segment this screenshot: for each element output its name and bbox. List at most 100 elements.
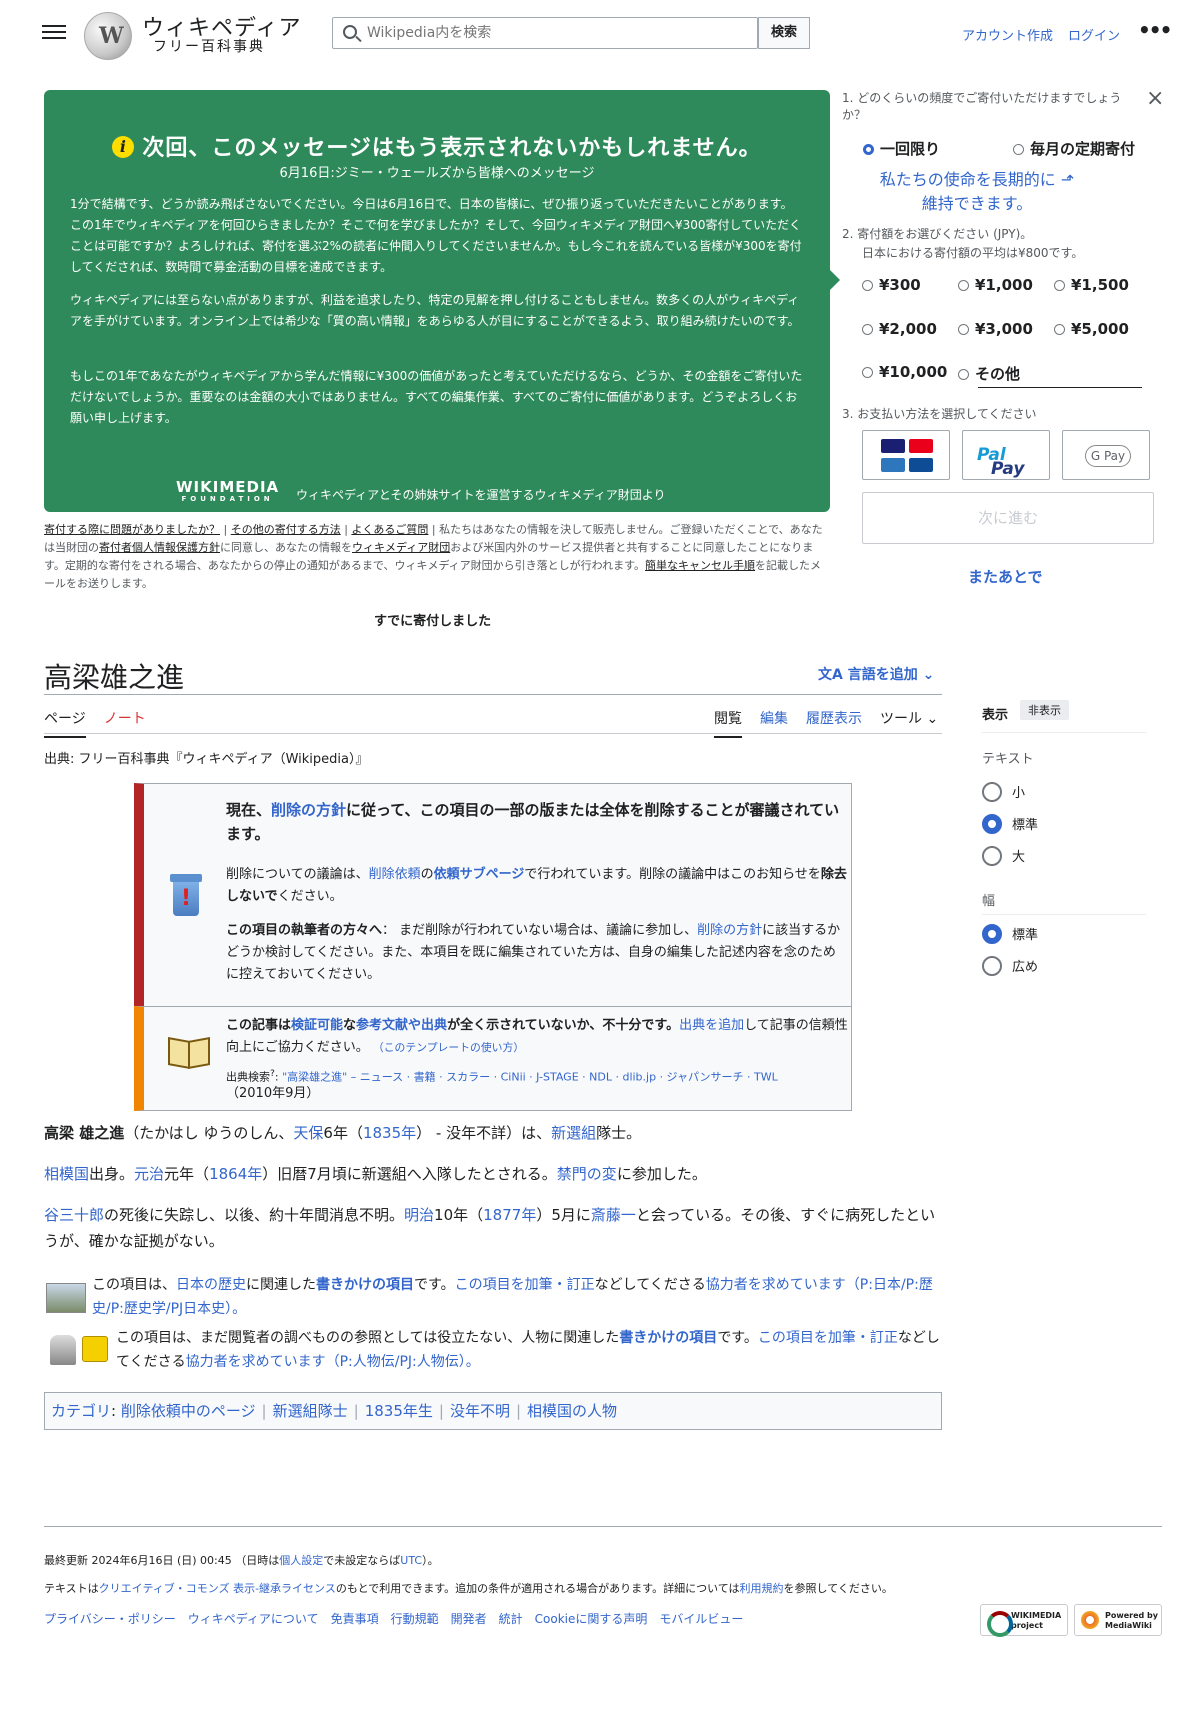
more-options-icon[interactable]: ••• <box>1138 18 1172 42</box>
radio-icon[interactable] <box>982 782 1002 802</box>
category-link[interactable]: 没年不明 <box>450 1402 510 1420</box>
add-language-button[interactable]: 文A 言語を追加 ⌄ <box>818 664 934 684</box>
other-amount-input[interactable] <box>978 387 1142 388</box>
add-sources-link[interactable]: 出典を追加 <box>679 1018 744 1033</box>
maybe-later-button[interactable]: またあとで <box>968 566 1043 587</box>
preferences-link[interactable]: 個人設定 <box>279 1554 323 1567</box>
tab-history[interactable]: 履歴表示 <box>806 708 862 736</box>
login-link[interactable]: ログイン <box>1068 25 1120 44</box>
cookie-statement-link[interactable]: Cookieに関する声明 <box>535 1612 648 1626</box>
amount-option-5000[interactable]: ¥5,000 <box>1054 320 1129 338</box>
statistics-link[interactable]: 統計 <box>499 1612 523 1626</box>
gpay-button[interactable]: G Pay <box>1062 430 1150 480</box>
foundation-link[interactable]: ウィキメディア財団 <box>352 541 450 554</box>
mediawiki-badge[interactable]: Powered by MediaWiki <box>1074 1604 1162 1636</box>
radio-icon[interactable] <box>982 956 1002 976</box>
amount-option-300[interactable]: ¥300 <box>862 276 921 294</box>
utc-link[interactable]: UTC <box>400 1554 422 1567</box>
deletion-policy-link[interactable]: 削除の方針 <box>271 801 346 819</box>
mobile-view-link[interactable]: モバイルビュー <box>659 1612 743 1626</box>
problem-link[interactable]: 寄付する際に問題がありましたか？ <box>44 523 220 536</box>
edit-article-link[interactable]: この項目を加筆・訂正 <box>455 1277 595 1293</box>
tenpo-link[interactable]: 天保 <box>293 1124 323 1142</box>
tab-tools[interactable]: ツール ⌄ <box>880 708 938 736</box>
card-payment-button[interactable] <box>862 430 950 480</box>
year-1835-link[interactable]: 1835年 <box>363 1124 416 1142</box>
frequency-once-option[interactable]: 一回限り <box>863 138 940 159</box>
radio-icon[interactable] <box>1013 144 1024 155</box>
year-1877-link[interactable]: 1877年 <box>483 1206 536 1224</box>
developers-link[interactable]: 開発者 <box>451 1612 487 1626</box>
wikimedia-project-badge[interactable]: WIKIMEDIA project <box>980 1604 1068 1637</box>
hide-appearance-button[interactable]: 非表示 <box>1020 700 1069 720</box>
stub-link[interactable]: 書きかけの項目 <box>619 1330 717 1346</box>
radio-selected-icon[interactable] <box>982 924 1002 944</box>
amount-option-2000[interactable]: ¥2,000 <box>862 320 937 338</box>
about-link[interactable]: ウィキペディアについて <box>188 1612 319 1626</box>
cc-license-link[interactable]: クリエイティブ・コモンズ 表示-継承ライセンス <box>99 1582 336 1595</box>
radio-icon[interactable] <box>1054 324 1065 335</box>
radio-icon[interactable] <box>958 280 969 291</box>
width-wide-option[interactable]: 広め <box>982 956 1038 976</box>
kinmon-incident-link[interactable]: 禁門の変 <box>557 1165 617 1183</box>
frequency-monthly-option[interactable]: 毎月の定期寄付 <box>1013 138 1135 159</box>
categories-label-link[interactable]: カテゴリ <box>51 1402 111 1420</box>
terms-link[interactable]: 利用規約 <box>740 1582 784 1595</box>
radio-icon[interactable] <box>862 280 873 291</box>
text-size-large-option[interactable]: 大 <box>982 846 1025 866</box>
amount-option-other[interactable]: その他 <box>958 363 1020 384</box>
meiji-link[interactable]: 明治 <box>404 1206 434 1224</box>
code-of-conduct-link[interactable]: 行動規範 <box>391 1612 439 1626</box>
year-1864-link[interactable]: 1864年 <box>209 1165 262 1183</box>
main-menu-button[interactable] <box>42 22 66 42</box>
japanese-history-link[interactable]: 日本の歴史 <box>176 1277 246 1293</box>
search-input[interactable] <box>367 22 747 44</box>
radio-icon[interactable] <box>862 367 873 378</box>
privacy-policy-link[interactable]: プライバシー・ポリシー <box>44 1612 176 1626</box>
radio-icon[interactable] <box>1054 280 1065 291</box>
stub-link[interactable]: 書きかけの項目 <box>316 1277 414 1293</box>
radio-icon[interactable] <box>958 324 969 335</box>
donor-privacy-link[interactable]: 寄付者個人情報保護方針 <box>99 541 220 554</box>
shinsengumi-link[interactable]: 新選組 <box>551 1124 596 1142</box>
cancel-link[interactable]: 簡単なキャンセル手順 <box>645 559 755 572</box>
source-search-links[interactable]: "高梁雄之進" – ニュース · 書籍 · スカラー · CiNii · J-S… <box>282 1071 778 1084</box>
amount-option-1000[interactable]: ¥1,000 <box>958 276 1033 294</box>
amount-option-1500[interactable]: ¥1,500 <box>1054 276 1129 294</box>
disclaimer-link[interactable]: 免責事項 <box>331 1612 379 1626</box>
references-link[interactable]: 参考文献や出典 <box>356 1018 447 1033</box>
other-ways-link[interactable]: その他の寄付する方法 <box>231 523 341 536</box>
edit-article-link[interactable]: この項目を加筆・訂正 <box>758 1330 898 1346</box>
close-icon[interactable]: × <box>1146 86 1164 111</box>
radio-icon[interactable] <box>862 324 873 335</box>
deletion-policy-link-2[interactable]: 削除の方針 <box>697 923 762 938</box>
tani-sanjuro-link[interactable]: 谷三十郎 <box>44 1206 104 1224</box>
sagami-link[interactable]: 相模国 <box>44 1165 89 1183</box>
radio-selected-icon[interactable] <box>982 814 1002 834</box>
width-standard-option[interactable]: 標準 <box>982 924 1038 944</box>
next-button[interactable]: 次に進む <box>862 492 1154 544</box>
paypal-button[interactable]: Pay Pal <box>962 430 1050 480</box>
radio-icon[interactable] <box>982 846 1002 866</box>
genji-link[interactable]: 元治 <box>134 1165 164 1183</box>
contributors-link[interactable]: 協力者を求めています <box>706 1277 846 1293</box>
verifiable-link[interactable]: 検証可能 <box>291 1018 343 1033</box>
radio-selected-icon[interactable] <box>863 144 874 155</box>
category-link[interactable]: 1835年生 <box>365 1402 433 1420</box>
wikipedia-globe-logo[interactable] <box>84 12 132 60</box>
text-size-standard-option[interactable]: 標準 <box>982 814 1038 834</box>
tab-edit[interactable]: 編集 <box>760 708 788 736</box>
text-size-small-option[interactable]: 小 <box>982 782 1025 802</box>
already-donated-button[interactable]: すでに寄付しました <box>374 610 491 629</box>
deletion-request-link[interactable]: 削除依頼 <box>369 867 421 882</box>
search-button[interactable]: 検索 <box>758 17 810 49</box>
saito-hajime-link[interactable]: 斎藤一 <box>591 1206 636 1224</box>
create-account-link[interactable]: アカウント作成 <box>962 25 1053 44</box>
radio-icon[interactable] <box>958 369 969 380</box>
category-link[interactable]: 削除依頼中のページ <box>121 1402 256 1420</box>
request-subpage-link[interactable]: 依頼サブページ <box>434 867 525 882</box>
tab-talk[interactable]: ノート <box>104 708 146 736</box>
category-link[interactable]: 相模国の人物 <box>527 1402 617 1420</box>
amount-option-10000[interactable]: ¥10,000 <box>862 363 947 381</box>
template-usage-link[interactable]: （このテンプレートの使い方） <box>373 1041 524 1054</box>
